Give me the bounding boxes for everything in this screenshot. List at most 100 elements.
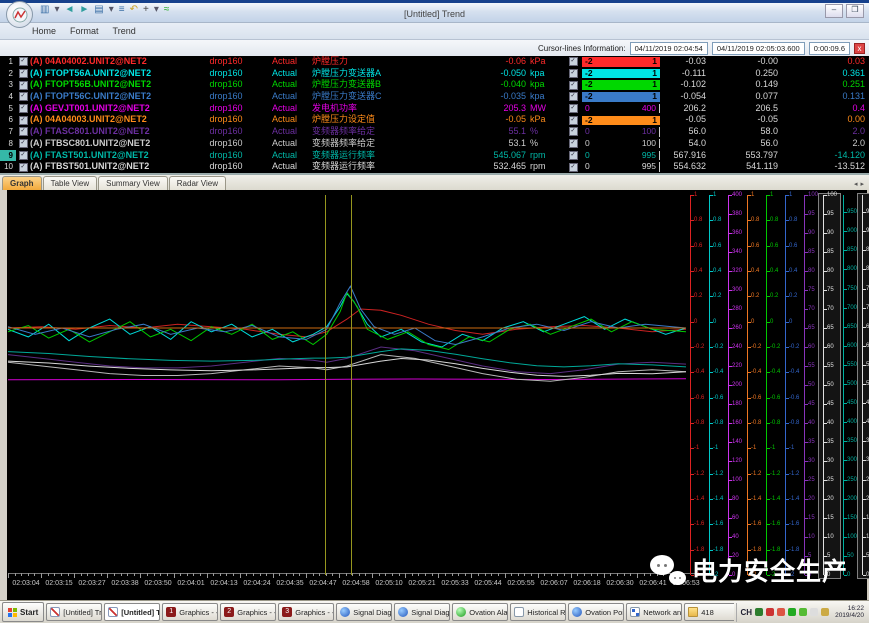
taskbar-button[interactable]: Historical Re...: [510, 603, 566, 621]
row-number: 3: [0, 79, 16, 91]
cursor-line[interactable]: [325, 195, 326, 575]
scale-checkbox[interactable]: ✓: [569, 69, 578, 78]
x-tick: [339, 573, 340, 578]
taskbar-button[interactable]: 1Graphics - -...: [162, 603, 218, 621]
taskbar-button[interactable]: Ovation Alar...: [452, 603, 508, 621]
table-row[interactable]: 8✓(A) FTBSC801.UNIT2@NET2drop160Actual变频…: [0, 138, 869, 150]
taskbar-button[interactable]: Signal Diagra...: [336, 603, 392, 621]
taskbar-button[interactable]: [Untitled] Tr...: [46, 603, 102, 621]
axis-tick-label: 260: [732, 325, 742, 331]
forward-arrow-icon[interactable]: ►: [79, 4, 89, 16]
row-checkbox[interactable]: ✓: [19, 116, 28, 125]
row-checkbox[interactable]: ✓: [19, 139, 28, 148]
tab-summary-view[interactable]: Summary View: [98, 176, 168, 190]
unit: MW: [530, 103, 564, 115]
row-checkbox[interactable]: ✓: [19, 57, 28, 66]
x-tick: [174, 573, 175, 578]
row-checkbox[interactable]: ✓: [19, 81, 28, 90]
row-checkbox[interactable]: ✓: [19, 163, 28, 172]
axis-tick-label: 200: [732, 382, 742, 388]
dropdown-caret-icon[interactable]: ▾: [154, 4, 159, 16]
taskbar-button[interactable]: Signal Diagra...: [394, 603, 450, 621]
scale-checkbox[interactable]: ✓: [569, 139, 578, 148]
alarm-tray-icon[interactable]: [766, 608, 774, 616]
export-icon[interactable]: ▤: [94, 4, 103, 16]
taskbar-button[interactable]: 2Graphics - -...: [220, 603, 276, 621]
drop-name: drop160: [195, 79, 257, 91]
table-row[interactable]: 2✓(A) FTOPT56A.UNIT2@NET2drop160Actual炉膛…: [0, 68, 869, 80]
table-row[interactable]: 4✓(A) FTOPT56C.UNIT2@NET2drop160Actual炉膛…: [0, 91, 869, 103]
taskbar-button[interactable]: Network and...: [626, 603, 682, 621]
list-icon[interactable]: ≡: [119, 4, 125, 16]
app-menu-button[interactable]: [6, 1, 33, 28]
row-checkbox[interactable]: ✓: [19, 69, 28, 78]
tag-name: (A) FTOPT56B.UNIT2@NET2: [30, 79, 195, 91]
axis-tick-label: -0.4: [789, 369, 799, 375]
live-trend-icon[interactable]: ≈: [164, 4, 170, 16]
dropdown-caret-icon[interactable]: ▾: [109, 4, 114, 16]
tab-scroll-left-icon[interactable]: ◂: [854, 180, 858, 188]
taskbar-button[interactable]: [Untitled] T...: [104, 603, 160, 621]
table-row[interactable]: 10✓(A) FTBST501.UNIT2@NET2drop160Actual变…: [0, 161, 869, 173]
update-tray-icon[interactable]: [777, 608, 785, 616]
network-tray-icon[interactable]: [755, 608, 763, 616]
clock[interactable]: 16:22 2019/4/20: [832, 605, 867, 619]
x-tick: [48, 573, 49, 576]
back-arrow-icon[interactable]: ◄: [64, 4, 74, 16]
table-row[interactable]: 1✓(A) 04A04002.UNIT2@NET2drop160Actual炉膛…: [0, 56, 869, 68]
row-checkbox[interactable]: ✓: [19, 127, 28, 136]
taskbar-button[interactable]: Ovation Poin...: [568, 603, 624, 621]
cursor-line[interactable]: [351, 195, 352, 575]
status-tray-icon[interactable]: [788, 608, 796, 616]
plot-area[interactable]: [8, 195, 686, 575]
x-tick: [610, 573, 611, 576]
taskbar-button[interactable]: 3Graphics - -...: [278, 603, 334, 621]
tab-scroll-right-icon[interactable]: ▸: [860, 180, 864, 188]
table-row[interactable]: 5✓(A) GEVJT001.UNIT2@NET2drop160Actual发电…: [0, 103, 869, 115]
scale-checkbox[interactable]: ✓: [569, 163, 578, 172]
axis-tick-label: -1.6: [694, 521, 704, 527]
scale-checkbox[interactable]: ✓: [569, 57, 578, 66]
close-cursor-info-button[interactable]: x: [854, 43, 865, 54]
cursor2-value: 0.149: [712, 79, 784, 91]
scale-checkbox[interactable]: ✓: [569, 81, 578, 90]
axis-tick-label: 30: [808, 458, 815, 464]
ribbon-tab-trend[interactable]: Trend: [113, 26, 136, 36]
scale-checkbox[interactable]: ✓: [569, 127, 578, 136]
scale-checkbox[interactable]: ✓: [569, 116, 578, 125]
tab-radar-view[interactable]: Radar View: [169, 176, 226, 190]
scale-checkbox[interactable]: ✓: [569, 151, 578, 160]
table-row[interactable]: 7✓(A) FTASC801.UNIT2@NET2drop160Actual变频…: [0, 126, 869, 138]
scale-checkbox[interactable]: ✓: [569, 104, 578, 113]
language-indicator[interactable]: CH: [741, 608, 753, 617]
description: 变频器频率给定: [312, 138, 452, 150]
ribbon-tab-home[interactable]: Home: [32, 26, 56, 36]
ribbon-tab-format[interactable]: Format: [70, 26, 99, 36]
table-row[interactable]: 3✓(A) FTOPT56B.UNIT2@NET2drop160Actual炉膛…: [0, 79, 869, 91]
row-checkbox[interactable]: ✓: [19, 92, 28, 101]
maximize-button[interactable]: ❐: [846, 4, 864, 18]
row-checkbox[interactable]: ✓: [19, 104, 28, 113]
table-row[interactable]: 6✓(A) 04A04003.UNIT2@NET2drop160Actual炉膛…: [0, 114, 869, 126]
unit: kpa: [530, 79, 564, 91]
trend-chart-icon[interactable]: ▥: [40, 4, 49, 16]
dropdown-caret-icon[interactable]: ▾: [54, 4, 59, 16]
cursor2-value: -0.05: [712, 114, 784, 126]
scale-checkbox[interactable]: ✓: [569, 92, 578, 101]
x-tick: [491, 573, 492, 576]
tab-graph[interactable]: Graph: [2, 176, 42, 190]
table-row[interactable]: 9✓(A) FTAST501.UNIT2@NET2drop160Actual变频…: [0, 150, 869, 162]
start-button[interactable]: Start: [2, 602, 44, 622]
taskbar-button[interactable]: 418: [684, 603, 733, 621]
tab-table-view[interactable]: Table View: [43, 176, 98, 190]
agent-tray-icon[interactable]: [799, 608, 807, 616]
add-pen-icon[interactable]: +: [143, 4, 149, 16]
undo-icon[interactable]: ↶: [130, 4, 138, 16]
current-value: -0.040: [452, 79, 530, 91]
row-checkbox[interactable]: ✓: [19, 151, 28, 160]
flag-tray-icon[interactable]: [810, 608, 818, 616]
security-tray-icon[interactable]: [821, 608, 829, 616]
trend-line: [8, 294, 686, 347]
trend-graph[interactable]: 10.80.60.40.20-0.2-0.4-0.6-0.8-1-1.2-1.4…: [0, 190, 869, 600]
minimize-button[interactable]: –: [825, 4, 843, 18]
